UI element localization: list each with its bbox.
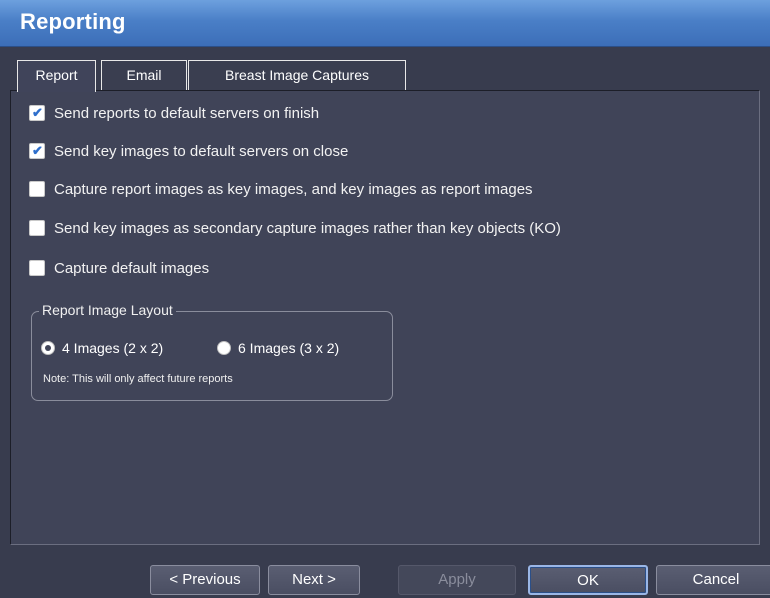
window-title: Reporting [20,9,126,34]
button-bar: < Previous Next > Apply OK Cancel [0,560,770,598]
send-reports-option[interactable]: ✔ Send reports to default servers on fin… [29,103,319,123]
previous-button[interactable]: < Previous [150,565,260,595]
next-button[interactable]: Next > [268,565,360,595]
radio-selected-icon[interactable] [41,341,55,355]
layout-4-images-option[interactable]: 4 Images (2 x 2) [41,340,163,356]
title-bar: Reporting [0,0,770,47]
apply-button[interactable]: Apply [398,565,516,595]
capture-default-images-label: Capture default images [54,259,210,277]
cancel-button[interactable]: Cancel [656,565,770,595]
layout-6-images-option[interactable]: 6 Images (3 x 2) [217,340,339,356]
tab-report[interactable]: Report [17,60,96,92]
send-key-images-label: Send key images to default servers on cl… [54,142,349,160]
tab-breast-image-captures[interactable]: Breast Image Captures [188,60,406,90]
group-title: Report Image Layout [39,302,176,318]
secondary-capture-label: Send key images as secondary capture ima… [54,219,561,237]
layout-note: Note: This will only affect future repor… [43,373,233,385]
checkbox-checked-icon[interactable]: ✔ [29,105,45,121]
capture-default-images-option[interactable]: Capture default images [29,258,209,278]
tab-email[interactable]: Email [101,60,187,90]
layout-6-images-label: 6 Images (3 x 2) [238,340,340,356]
capture-report-images-option[interactable]: Capture report images as key images, and… [29,179,533,199]
report-tab-panel: ✔ Send reports to default servers on fin… [10,90,760,545]
radio-unselected-icon[interactable] [217,341,231,355]
checkbox-unchecked-icon[interactable] [29,260,45,276]
checkbox-checked-icon[interactable]: ✔ [29,143,45,159]
ok-button[interactable]: OK [528,565,648,595]
checkbox-unchecked-icon[interactable] [29,181,45,197]
checkbox-unchecked-icon[interactable] [29,220,45,236]
send-reports-label: Send reports to default servers on finis… [54,104,320,122]
layout-4-images-label: 4 Images (2 x 2) [62,340,164,356]
secondary-capture-option[interactable]: Send key images as secondary capture ima… [29,218,561,238]
capture-report-images-label: Capture report images as key images, and… [54,180,533,198]
report-image-layout-group: Report Image Layout 4 Images (2 x 2) 6 I… [31,302,393,401]
send-key-images-option[interactable]: ✔ Send key images to default servers on … [29,141,348,161]
